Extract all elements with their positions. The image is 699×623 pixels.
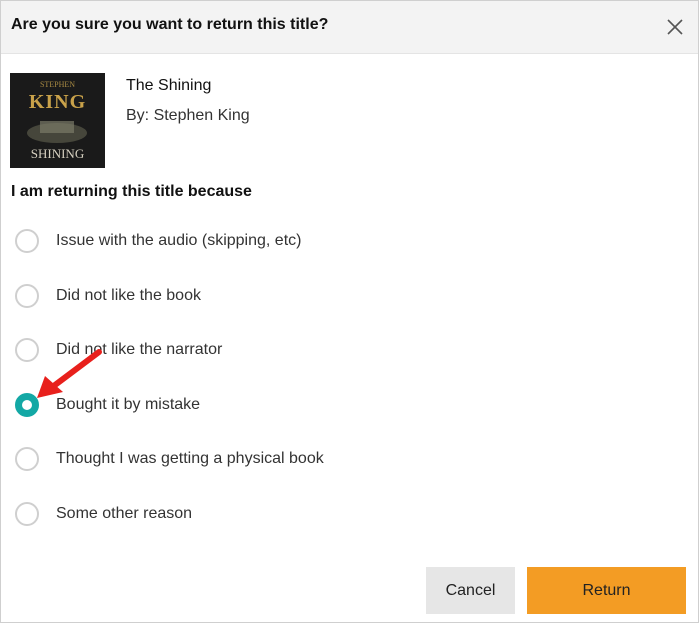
- dialog-header: Are you sure you want to return this tit…: [1, 1, 698, 54]
- radio-button[interactable]: [15, 502, 39, 526]
- radio-button[interactable]: [15, 229, 39, 253]
- reason-option-audio[interactable]: Issue with the audio (skipping, etc): [15, 229, 435, 257]
- radio-button[interactable]: [15, 447, 39, 471]
- reason-label: Did not like the book: [56, 287, 201, 304]
- book-cover: STEPHEN KING SHINING: [10, 73, 105, 168]
- reason-label: Some other reason: [56, 505, 193, 522]
- cover-title-text: SHINING: [30, 146, 85, 161]
- cancel-button[interactable]: Cancel: [426, 567, 515, 614]
- reason-label: Thought I was getting a physical book: [56, 450, 324, 467]
- return-button[interactable]: Return: [527, 567, 686, 614]
- book-author: By: Stephen King: [126, 107, 250, 124]
- annotation-arrow-icon: [37, 349, 102, 398]
- reason-heading: I am returning this title because: [11, 183, 252, 200]
- reason-option-physical[interactable]: Thought I was getting a physical book: [15, 447, 435, 475]
- reason-option-other[interactable]: Some other reason: [15, 502, 435, 530]
- close-icon[interactable]: [663, 15, 687, 39]
- book-title: The Shining: [126, 77, 212, 94]
- dialog-title: Are you sure you want to return this tit…: [11, 16, 329, 33]
- radio-button[interactable]: [15, 284, 39, 308]
- reason-option-book[interactable]: Did not like the book: [15, 284, 435, 312]
- reason-label: Issue with the audio (skipping, etc): [56, 232, 302, 249]
- return-dialog: Are you sure you want to return this tit…: [0, 0, 699, 623]
